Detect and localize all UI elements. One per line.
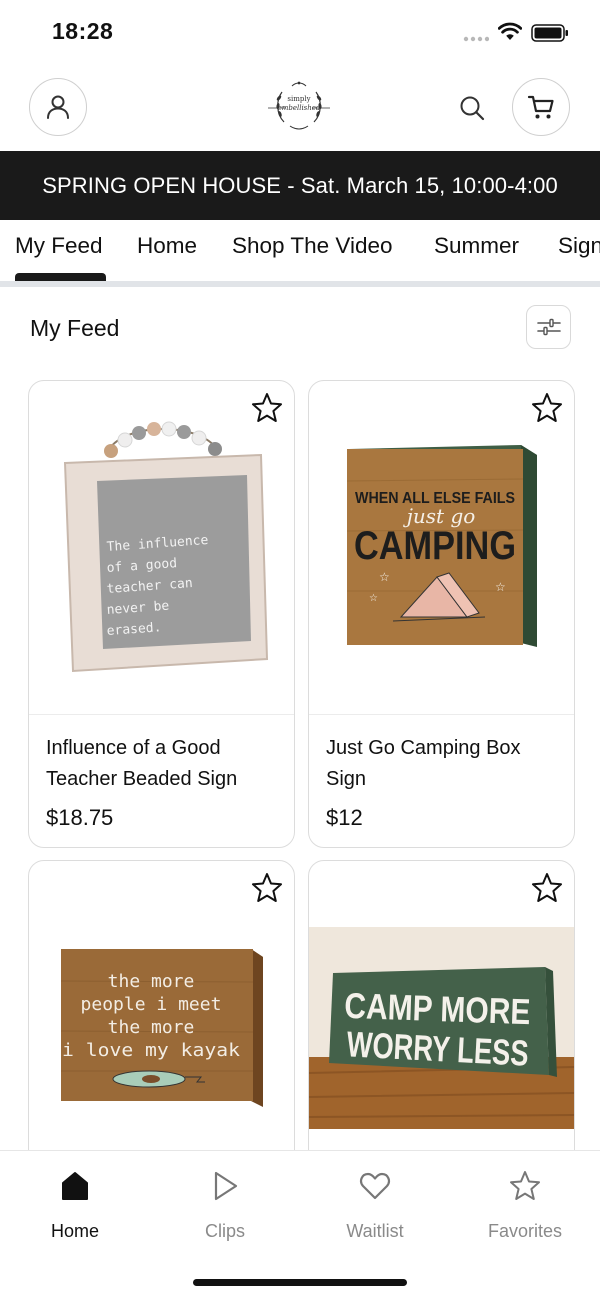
product-name[interactable]: Just Go Camping Box Sign [326, 733, 558, 795]
favorite-star-icon[interactable] [530, 871, 564, 905]
tab-signs[interactable]: Signs [558, 233, 600, 259]
account-button[interactable] [29, 78, 87, 136]
promo-banner[interactable]: SPRING OPEN HOUSE - Sat. March 15, 10:00… [0, 151, 600, 220]
favorite-star-icon[interactable] [530, 391, 564, 425]
sign-text-line: people i meet [81, 994, 222, 1015]
camping-sign-image: WHEN ALL ELSE FAILS just go CAMPING ☆ ☆ … [346, 445, 537, 647]
logo-text-top: simply [287, 95, 311, 103]
tab-summer[interactable]: Summer [434, 233, 519, 259]
nav-favorites[interactable]: Favorites [465, 1169, 585, 1242]
nav-waitlist[interactable]: Waitlist [315, 1169, 435, 1242]
sign-text-line: the more [108, 1017, 195, 1038]
product-price: $18.75 [46, 805, 114, 830]
teacher-sign-image: The influence of a good teacher can neve… [63, 421, 269, 673]
svg-text:☆: ☆ [495, 580, 506, 594]
kayak-sign-image: the more people i meet the more i love m… [60, 949, 263, 1107]
product-card[interactable]: the more people i meet the more i love m… [28, 860, 295, 1180]
user-icon [47, 95, 69, 119]
sign-text-line: the more [108, 971, 195, 992]
filter-button[interactable] [526, 305, 571, 349]
product-image[interactable]: WHEN ALL ELSE FAILS just go CAMPING ☆ ☆ … [309, 381, 574, 714]
product-image[interactable]: CAMP MORE WORRY LESS [309, 861, 574, 1179]
home-indicator[interactable] [193, 1279, 407, 1286]
battery-icon [531, 24, 568, 42]
nav-clips[interactable]: Clips [165, 1169, 285, 1242]
svg-text:☆: ☆ [379, 570, 390, 584]
favorite-star-icon[interactable] [250, 871, 284, 905]
play-icon [214, 1171, 238, 1201]
cart-button[interactable] [512, 78, 570, 136]
nav-favorites-label: Favorites [487, 1221, 563, 1241]
tab-shop-the-video[interactable]: Shop The Video [232, 233, 393, 259]
tabs-divider [0, 281, 600, 287]
home-icon [62, 1172, 88, 1200]
cart-icon [527, 95, 554, 119]
product-price: $12 [326, 805, 363, 830]
app-header: simply embellished [0, 77, 600, 139]
tab-my-feed[interactable]: My Feed [15, 233, 103, 259]
search-button[interactable] [455, 91, 489, 125]
logo-text-bottom: embellished [277, 104, 321, 112]
favorite-star-icon[interactable] [250, 391, 284, 425]
product-card[interactable]: WHEN ALL ELSE FAILS just go CAMPING ☆ ☆ … [308, 380, 575, 848]
bottom-navigation: Home Clips Waitlist Favorites [0, 1150, 600, 1299]
card-divider [309, 714, 574, 715]
tab-home[interactable]: Home [137, 233, 197, 259]
promo-banner-text: SPRING OPEN HOUSE - Sat. March 15, 10:00… [42, 172, 558, 198]
product-card[interactable]: The influence of a good teacher can neve… [28, 380, 295, 848]
product-card[interactable]: CAMP MORE WORRY LESS [308, 860, 575, 1180]
svg-text:☆: ☆ [369, 593, 378, 604]
card-divider [29, 714, 294, 715]
product-image[interactable]: The influence of a good teacher can neve… [29, 381, 294, 714]
product-image[interactable]: the more people i meet the more i love m… [29, 861, 294, 1179]
category-tabs: My Feed Home Shop The Video Summer Signs [0, 220, 600, 286]
product-name[interactable]: Influence of a Good Teacher Beaded Sign [46, 733, 278, 795]
sign-text-line: i love my kayak [62, 1040, 240, 1061]
sliders-icon [536, 318, 561, 336]
nav-home-label: Home [50, 1221, 99, 1241]
search-icon [460, 96, 485, 121]
signal-dots-icon [463, 36, 489, 42]
star-icon [510, 1171, 540, 1200]
nav-clips-label: Clips [204, 1221, 245, 1241]
status-time: 18:28 [52, 18, 114, 44]
brand-logo[interactable]: simply embellished [266, 78, 332, 134]
status-bar: 18:28 [0, 0, 600, 66]
feed-title: My Feed [30, 315, 120, 341]
heart-icon [360, 1172, 390, 1200]
camp-more-sign-image: CAMP MORE WORRY LESS [309, 927, 574, 1129]
wifi-icon [498, 22, 522, 40]
nav-waitlist-label: Waitlist [346, 1221, 404, 1241]
nav-home[interactable]: Home [15, 1169, 135, 1242]
sign-text-line: CAMPING [354, 524, 516, 568]
